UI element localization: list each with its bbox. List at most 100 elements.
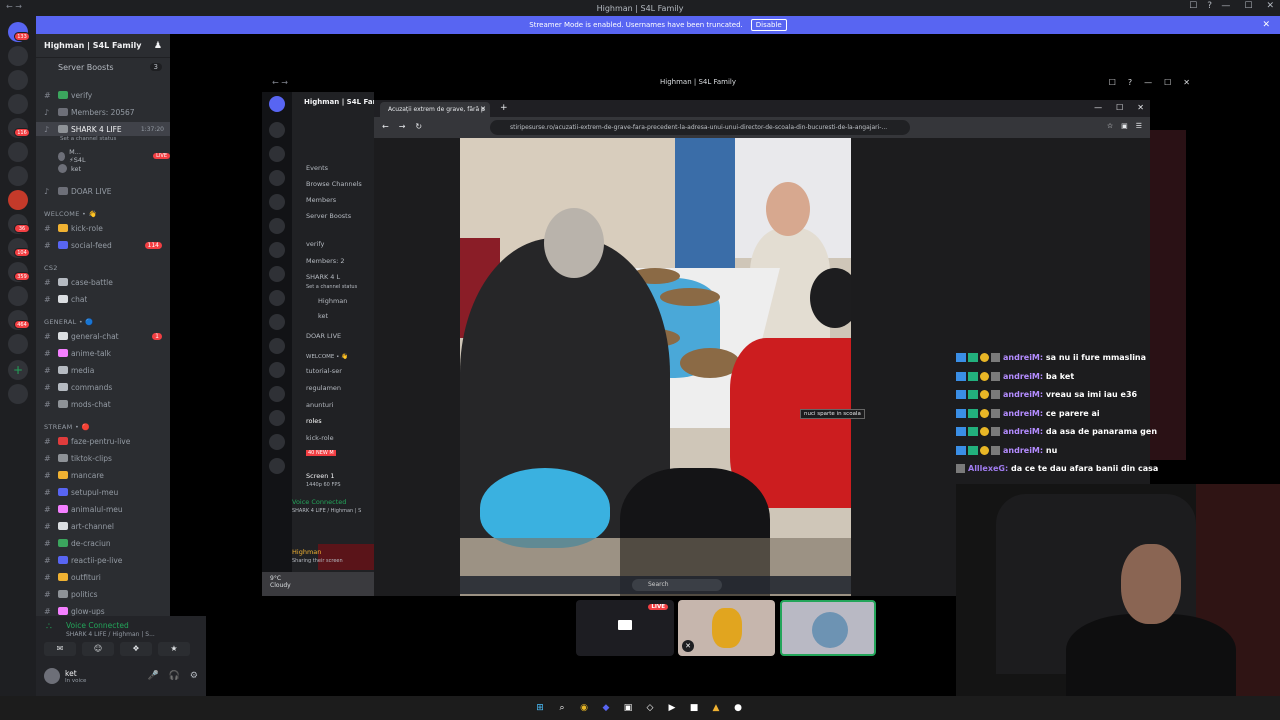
channel-animalul-meu[interactable]: # animalul-meu [36,502,170,516]
channel-mods-chat[interactable]: # mods-chat [36,397,170,411]
category-cs2[interactable]: CS2 [44,264,58,272]
channel-faze-pentru-live[interactable]: # faze-pentru-live [36,434,170,448]
app-icon[interactable]: ▶ [664,700,680,716]
badge-icon [968,371,978,381]
stream-nav[interactable]: ← → [272,78,288,87]
badge-icon [980,352,989,362]
channel-politics[interactable]: # politics [36,587,170,601]
browser-tab[interactable]: Acuzații extrem de grave, fără p ✕ [380,102,490,117]
channel-de-craciun[interactable]: # de-craciun [36,536,170,550]
streamed-user: Highman [292,548,322,556]
server-icon[interactable] [8,286,28,306]
voice-channel-sub[interactable]: SHARK 4 LIFE / Highman | S... [66,631,155,638]
guild-header[interactable]: Highman | S4L Family ♟ [36,34,170,58]
screen-share-button[interactable]: ☺ [82,642,114,656]
participant-tile-speaking[interactable] [780,600,876,656]
server-icon[interactable] [8,94,28,114]
participant-tile-stream[interactable]: LIVE [576,600,674,656]
channel-verify[interactable]: # verify [36,88,170,102]
channel-shark-4-life[interactable]: ♪ SHARK 4 LIFE 1:37:20 [36,122,170,136]
start-icon[interactable]: ⊞ [532,700,548,716]
tab-close-icon[interactable]: ✕ [480,105,486,113]
hash-icon: # [44,521,51,531]
channel-outfituri[interactable]: # outfituri [36,570,170,584]
address-bar[interactable]: stiripesurse.ro/acuzatii-extrem-de-grave… [490,120,910,135]
channel-emoji-icon [58,241,68,249]
server-icon[interactable] [8,142,28,162]
epic-icon[interactable]: ◇ [642,700,658,716]
minimize-button[interactable]: — [1221,1,1230,11]
maximize-button[interactable]: ☐ [1244,1,1252,11]
soundboard-button[interactable]: ★ [158,642,190,656]
browser-close[interactable]: ✕ [1137,103,1144,112]
steam-icon[interactable]: ▣ [620,700,636,716]
chrome-icon[interactable]: ◉ [576,700,592,716]
voice-user[interactable]: ket [58,164,81,173]
user-panel[interactable]: ket In voice [44,668,86,684]
bookmark-icon[interactable]: ☆ [1107,122,1113,130]
window-nav[interactable]: ← → [6,2,22,11]
server-icon[interactable] [8,166,28,186]
home-unread-badge: 133 [14,32,30,41]
deafen-icon[interactable]: 🎧 [169,671,180,681]
category-general[interactable]: GENERAL • 🔵 [44,318,94,326]
server-icon[interactable] [8,190,28,210]
channel-chat[interactable]: # chat [36,292,170,306]
invite-icon[interactable]: ♟ [154,41,162,51]
channel-commands[interactable]: # commands [36,380,170,394]
channel-media[interactable]: # media [36,363,170,377]
channel-reactii-pe-live[interactable]: # reactii-pe-live [36,553,170,567]
discord-icon[interactable]: ◆ [598,700,614,716]
category-welcome[interactable]: WELCOME • 👋 [44,210,97,218]
channel-status[interactable]: Set a channel status [60,136,116,142]
folder-icon[interactable]: ▲ [708,700,724,716]
inbox-icon[interactable]: ☐ [1189,1,1197,11]
new-tab-icon[interactable]: + [500,103,508,113]
browser-minimize[interactable]: — [1094,103,1102,112]
search-icon[interactable]: ⌕ [554,700,570,716]
server-boosts[interactable]: Server Boosts 3 [36,58,170,76]
activities-button[interactable]: ❖ [120,642,152,656]
channel-mancare[interactable]: # mancare [36,468,170,482]
app-icon[interactable]: ● [730,700,746,716]
mute-icon[interactable]: 🎤 [147,671,158,681]
back-icon[interactable]: ← [382,122,389,131]
camera-button[interactable]: ✉ [44,642,76,656]
channel-emoji-icon [58,573,68,581]
app-icon[interactable]: ■ [686,700,702,716]
channel-setupul-meu[interactable]: # setupul-meu [36,485,170,499]
disable-button[interactable]: Disable [750,19,787,31]
channel-doar-live[interactable]: ♪ DOAR LIVE [36,184,170,198]
channel-tiktok-clips[interactable]: # tiktok-clips [36,451,170,465]
chat-message: andreiM: sa nu ii fure mmaslina [956,350,1146,364]
help-icon[interactable]: ? [1207,1,1212,11]
channel-kick-role[interactable]: # kick-role [36,221,170,235]
browser-maximize[interactable]: ☐ [1116,103,1123,112]
server-icon[interactable] [8,70,28,90]
participant-tile[interactable]: ✕ [678,600,775,656]
category-stream[interactable]: STREAM • 🔴 [44,423,90,431]
channel-anime-talk[interactable]: # anime-talk [36,346,170,360]
close-button[interactable]: ✕ [1266,1,1274,11]
channel-social-feed[interactable]: # social-feed 114 [36,238,170,252]
server-icon[interactable] [8,334,28,354]
banner-close-icon[interactable]: ✕ [1262,20,1270,30]
server-rail: 133 116 36 104 359 464 + [0,16,36,696]
forward-icon[interactable]: → [399,122,406,131]
channel-general-chat[interactable]: # general-chat 1 [36,329,170,343]
voice-connected-title[interactable]: Voice Connected [66,621,129,630]
channel-members[interactable]: ♪ Members: 20567 [36,105,170,119]
voice-user[interactable]: M... ⚡S4L LIVE [58,148,170,164]
channel-art-channel[interactable]: # art-channel [36,519,170,533]
menu-icon[interactable]: ☰ [1136,122,1142,130]
sidebar-icon[interactable]: ▣ [1121,122,1128,130]
reload-icon[interactable]: ↻ [415,122,422,131]
explore-icon[interactable] [8,384,28,404]
guild-name: Highman | S4L Family [44,41,142,50]
hash-icon: # [44,348,51,358]
channel-case-battle[interactable]: # case-battle [36,275,170,289]
server-icon[interactable] [8,46,28,66]
chat-message: AlllexeG: da ce te dau afara banii din c… [956,461,1158,475]
add-server-icon[interactable]: + [8,360,28,380]
settings-icon[interactable]: ⚙ [190,671,198,681]
